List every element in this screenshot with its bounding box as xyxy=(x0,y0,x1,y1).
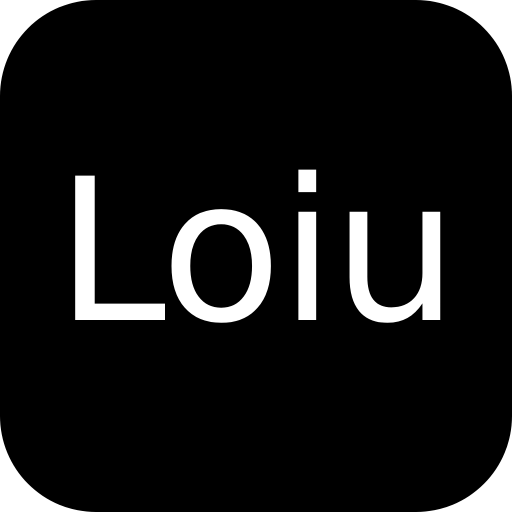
app-icon-label: Loiu xyxy=(55,136,458,367)
app-icon: Loiu xyxy=(0,0,512,512)
